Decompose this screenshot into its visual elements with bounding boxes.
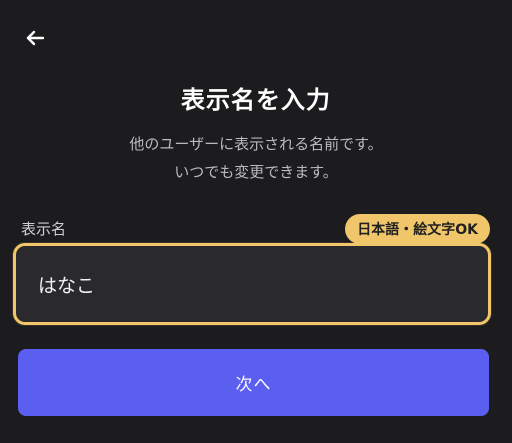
display-name-input[interactable] [38, 268, 458, 300]
next-button[interactable]: 次へ [18, 349, 489, 416]
display-name-label: 表示名 [21, 220, 67, 238]
description-line-2: いつでも変更できます。 [174, 163, 338, 181]
arrow-left-icon [23, 26, 47, 50]
display-name-field[interactable] [13, 243, 491, 325]
language-support-badge: 日本語・絵文字OK [345, 214, 490, 244]
back-button[interactable] [18, 22, 52, 54]
page-description: 他のユーザーに表示される名前です。 いつでも変更できます。 [0, 130, 512, 186]
page-title: 表示名を入力 [181, 86, 331, 114]
description-line-1: 他のユーザーに表示される名前です。 [129, 135, 383, 153]
